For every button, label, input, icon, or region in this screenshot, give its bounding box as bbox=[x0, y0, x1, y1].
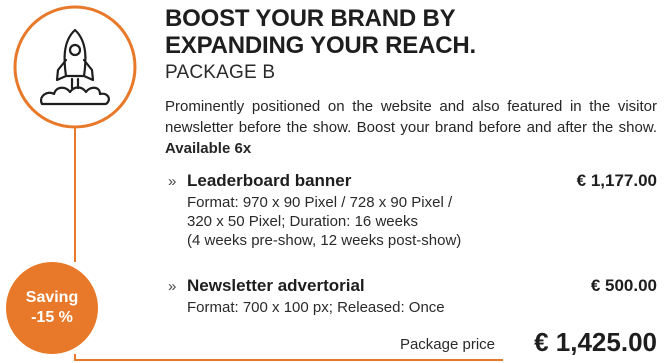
package-name: PACKAGE B bbox=[165, 62, 276, 83]
saving-badge-percent: -15 % bbox=[31, 309, 73, 326]
item-name: Newsletter advertorial bbox=[187, 276, 365, 295]
saving-badge-label: Saving bbox=[25, 289, 79, 306]
headline-line1: BOOST YOUR BRAND BY bbox=[165, 5, 456, 32]
item-name: Leaderboard banner bbox=[187, 171, 352, 190]
item-details: Format: 700 x 100 px; Released: Once bbox=[187, 298, 445, 317]
headline: BOOST YOUR BRAND BY EXPANDING YOUR REACH… bbox=[165, 5, 476, 59]
item-detail-line: Format: 700 x 100 px; Released: Once bbox=[187, 299, 445, 316]
item-detail-line: Format: 970 x 90 Pixel / 728 x 90 Pixel … bbox=[187, 194, 453, 211]
item-price: € 1,177.00 bbox=[576, 171, 657, 190]
availability-text: Available 6x bbox=[165, 140, 252, 157]
line-item-leaderboard: » Leaderboard banner € 1,177.00 Format: … bbox=[165, 171, 657, 261]
line-item-newsletter: » Newsletter advertorial € 500.00 Format… bbox=[165, 276, 657, 320]
saving-badge: Saving -15 % bbox=[6, 262, 98, 354]
item-details: Format: 970 x 90 Pixel / 728 x 90 Pixel … bbox=[187, 193, 461, 250]
item-detail-line: (4 weeks pre-show, 12 weeks post-show) bbox=[187, 232, 462, 249]
package-price-label: Package price bbox=[399, 336, 495, 353]
bullet-marker: » bbox=[168, 278, 177, 295]
item-detail-line: 320 x 50 Pixel; Duration: 16 weeks bbox=[187, 213, 418, 230]
headline-line2: EXPANDING YOUR REACH. bbox=[165, 32, 476, 59]
package-description: Prominently positioned on the website an… bbox=[165, 96, 657, 159]
item-price: € 500.00 bbox=[590, 276, 657, 295]
description-text: Prominently positioned on the website an… bbox=[165, 98, 657, 136]
bullet-marker: » bbox=[168, 173, 177, 190]
package-price-value: € 1,425.00 bbox=[534, 327, 657, 357]
